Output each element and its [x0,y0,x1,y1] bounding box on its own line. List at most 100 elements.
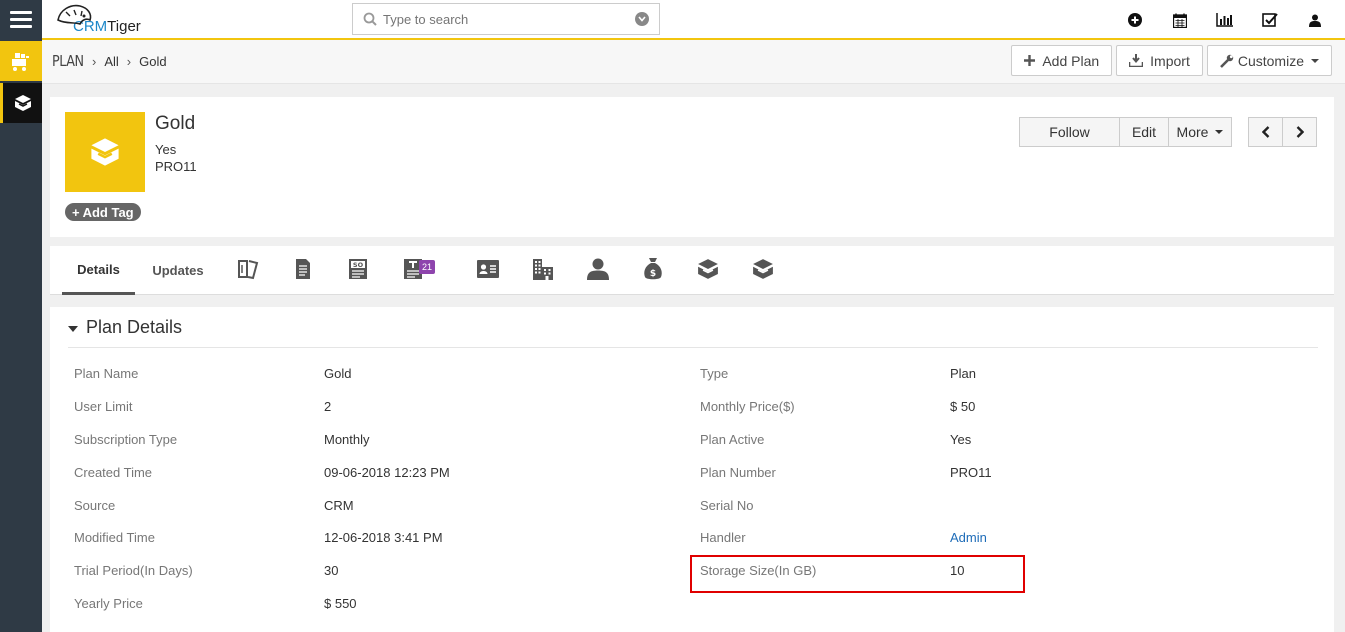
add-tag-label: Add Tag [82,204,134,220]
money-bag-icon: $ [644,258,662,280]
tab-contacts[interactable] [584,256,612,282]
record-navigation [1248,117,1317,147]
logo-text-tiger: Tiger [107,18,141,35]
tab-updates[interactable]: Updates [142,246,214,295]
breadcrumb-record: Gold [139,53,167,69]
field-value: PRO11 [950,465,992,480]
svg-text:SO: SO [353,261,364,269]
invoice-count-badge: 21 [419,260,436,274]
breadcrumb-bar: PLAN › All › Gold Add Plan Import Custom… [42,40,1345,84]
box-icon [698,259,718,279]
ticket-icon [238,260,259,280]
breadcrumb-module[interactable]: PLAN [52,52,84,70]
section-title: Plan Details [86,317,183,337]
cart-icon [12,53,29,71]
add-plan-label: Add Plan [1042,52,1100,69]
field-label: Type [700,366,729,381]
plan-details-toggle[interactable]: Plan Details [68,317,182,338]
topbar-actions [1112,0,1337,40]
plus-icon: + [72,204,80,220]
field-label: Serial No [700,498,754,513]
box-icon [14,95,31,111]
tab-documents[interactable] [289,256,317,282]
search-bar[interactable] [352,3,660,35]
sidebar-item-sales[interactable] [0,41,42,81]
person-icon [587,258,609,280]
previous-record-button[interactable] [1248,117,1283,147]
record-active-status: Yes [155,142,177,157]
field-label: Created Time [74,465,153,480]
record-tabs: Details Updates SO 21 $ [50,246,1334,295]
box-icon [753,259,773,279]
left-rail [0,0,42,632]
top-bar: CRMTiger [42,0,1345,40]
import-label: Import [1150,52,1190,69]
plus-icon [1024,55,1036,66]
tab-invoices[interactable]: 21 [399,256,447,282]
field-label: Trial Period(In Days) [74,563,193,578]
tab-products[interactable] [694,256,722,282]
breadcrumb-separator-icon: › [92,53,97,69]
field-value: 12-06-2018 3:41 PM [324,530,443,545]
record-number: PRO11 [155,159,197,174]
tab-sales-orders[interactable]: SO [344,256,372,282]
customize-button[interactable]: Customize [1206,45,1332,76]
chevron-down-icon [1215,130,1224,134]
next-record-button[interactable] [1282,117,1317,147]
more-button[interactable]: More [1168,117,1232,147]
search-options-icon[interactable] [635,12,649,26]
plan-details-block: Plan Details Plan Name Gold User Limit 2… [50,307,1334,632]
box-icon [91,138,119,166]
field-value: $ 50 [950,399,976,414]
breadcrumb: PLAN › All › Gold [52,52,167,70]
search-input[interactable] [383,11,635,27]
field-label: Yearly Price [74,596,143,611]
storage-size-highlight [690,555,1025,593]
more-label: More [1176,124,1209,140]
svg-text:$: $ [650,269,656,279]
edit-button[interactable]: Edit [1119,117,1169,147]
tab-organizations[interactable] [529,256,557,282]
record-avatar [65,112,145,192]
reports-icon[interactable] [1202,13,1247,27]
follow-button[interactable]: Follow [1019,117,1120,147]
tab-details[interactable]: Details [62,246,135,295]
user-profile-icon[interactable] [1292,14,1337,27]
sidebar-item-plans[interactable] [0,83,42,123]
record-actions: Follow Edit More [1019,117,1232,147]
import-button[interactable]: Import [1116,45,1203,76]
tab-tickets[interactable] [234,256,262,282]
field-value: Gold [324,366,352,381]
record-title: Gold [155,113,196,134]
field-value: $ 550 [324,596,357,611]
field-value: Yes [950,432,972,447]
tab-contacts-card[interactable] [474,256,502,282]
wrench-icon [1219,54,1234,68]
tiger-logo-icon [57,4,92,25]
tab-payments[interactable]: $ [639,256,667,282]
field-label: Subscription Type [74,432,178,447]
handler-link[interactable]: Admin [950,530,987,550]
calendar-icon[interactable] [1157,13,1202,28]
tasks-icon[interactable] [1247,12,1292,28]
list-actions: Add Plan Import Customize [1011,45,1332,76]
chevron-left-icon [1261,126,1269,138]
app-logo[interactable]: CRMTiger [48,0,141,38]
add-plan-button[interactable]: Add Plan [1011,45,1113,76]
field-label: Plan Name [74,366,139,381]
field-label: Handler [700,530,746,545]
field-label: Plan Number [700,465,776,480]
field-value: 09-06-2018 12:23 PM [324,465,450,480]
add-tag-button[interactable]: + Add Tag [65,203,141,221]
quick-create-icon[interactable] [1112,13,1157,27]
field-value: CRM [324,498,354,513]
tab-services[interactable] [749,256,777,282]
field-value: 30 [324,563,339,578]
customize-label: Customize [1237,52,1304,69]
menu-button[interactable] [0,0,42,40]
breadcrumb-all[interactable]: All [104,54,118,69]
breadcrumb-separator-icon: › [126,53,132,69]
record-header: Gold Yes PRO11 + Add Tag Follow Edit Mor… [50,97,1334,237]
chevron-right-icon [1296,126,1304,138]
building-icon [533,259,553,280]
